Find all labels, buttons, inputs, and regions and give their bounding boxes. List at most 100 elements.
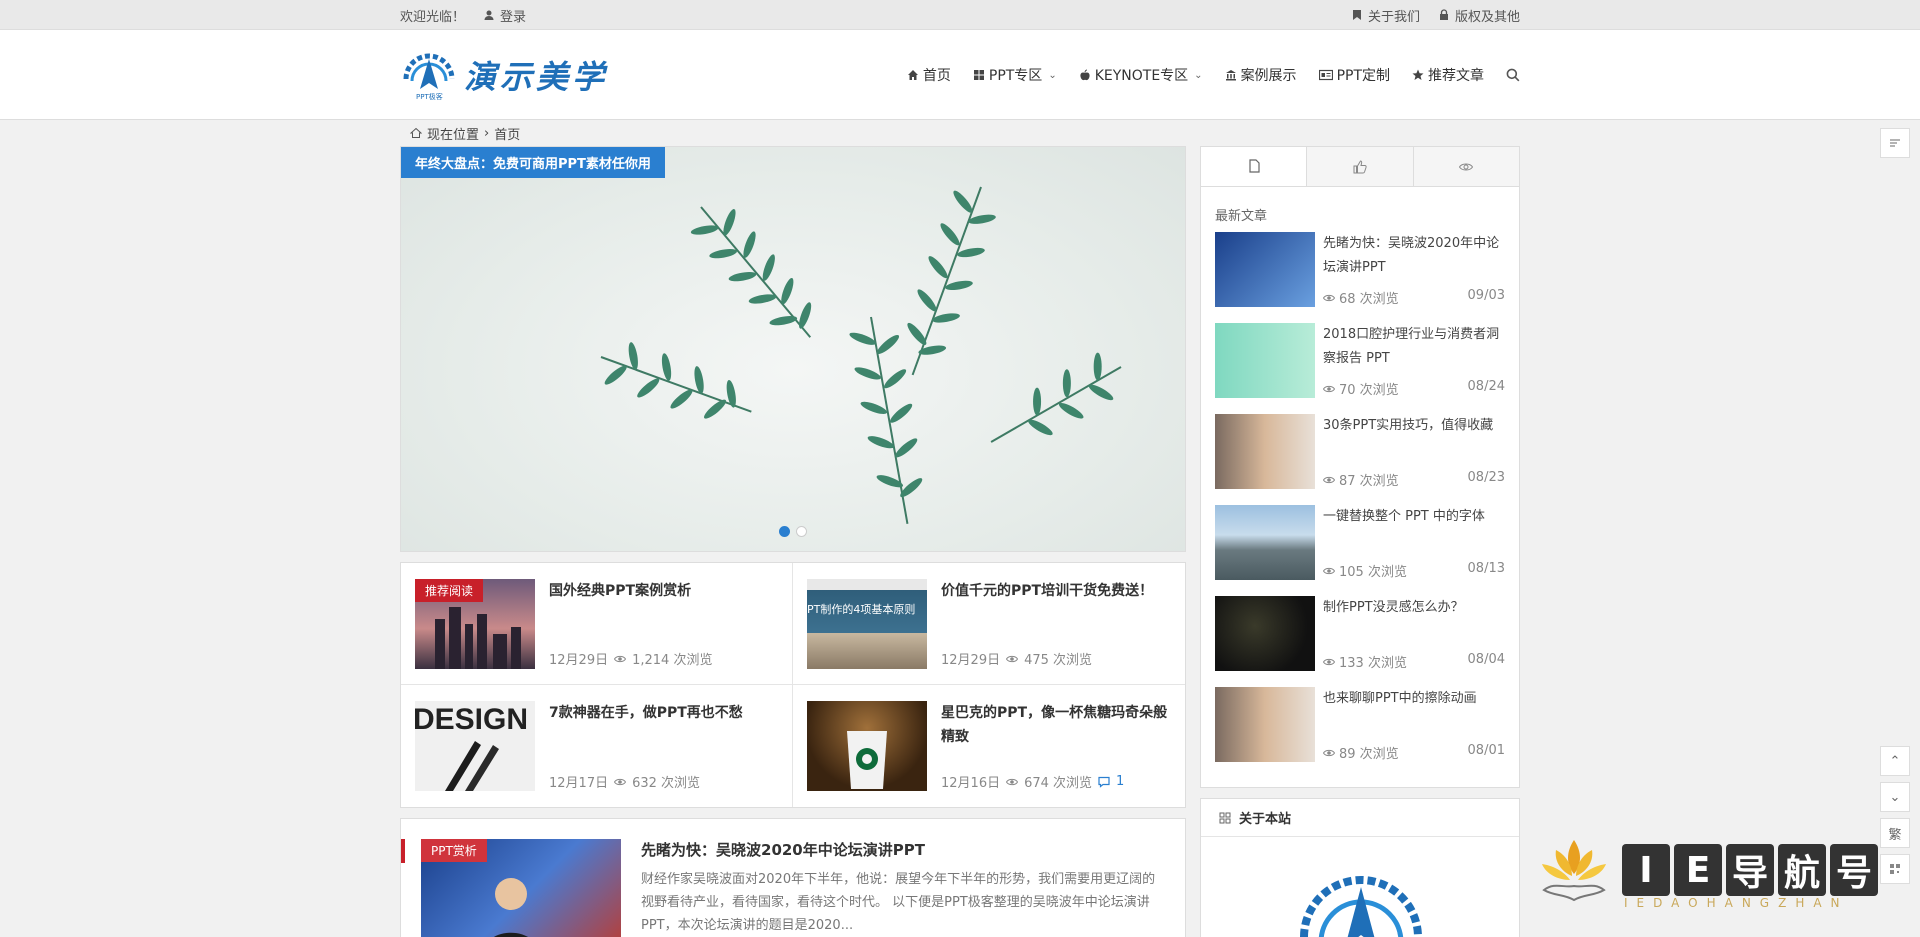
post-thumbnail[interactable]: PPT赏析 xyxy=(421,839,621,937)
post-thumbnail[interactable] xyxy=(1215,414,1315,489)
document-icon xyxy=(1249,159,1260,173)
post-thumbnail[interactable] xyxy=(807,701,927,791)
tab-most-viewed[interactable] xyxy=(1412,147,1519,186)
chevron-down-icon: ⌄ xyxy=(1889,789,1901,805)
post-thumbnail[interactable] xyxy=(1215,596,1315,671)
trad-label: 繁 xyxy=(1888,827,1902,843)
post-title[interactable]: 30条PPT实用技巧，值得收藏 xyxy=(1323,414,1505,438)
watermark-char: 航 xyxy=(1778,844,1826,896)
copyright-link[interactable]: 版权及其他 xyxy=(1438,6,1520,25)
nav-ppt[interactable]: PPT专区 ⌄ xyxy=(973,65,1057,85)
tab-popular[interactable] xyxy=(1306,147,1413,186)
slider-dot-2[interactable] xyxy=(796,526,807,537)
post-thumbnail[interactable] xyxy=(1215,505,1315,580)
site-logo[interactable]: PPT极客 演示美学 xyxy=(400,49,608,101)
post-date: 12月29日 xyxy=(941,653,1001,668)
post-views: 89 次浏览 xyxy=(1339,747,1399,762)
list-item[interactable]: 制作PPT没灵感怎么办？ 133 次浏览 08/04 xyxy=(1215,596,1505,687)
nav-custom[interactable]: PPT定制 xyxy=(1318,65,1390,85)
eye-icon xyxy=(1323,294,1335,301)
post-views: 133 次浏览 xyxy=(1339,656,1407,671)
list-item[interactable]: 先睹为快：吴晓波2020年中论坛演讲PPT 68 次浏览 09/03 xyxy=(1215,232,1505,323)
grid-icon xyxy=(1219,812,1231,823)
list-item[interactable]: 一键替换整个 PPT 中的字体 105 次浏览 08/13 xyxy=(1215,505,1505,596)
slide-title[interactable]: 年终大盘点：免费可商用PPT素材任你用 xyxy=(401,147,665,178)
toc-button[interactable] xyxy=(1880,128,1910,158)
windows-icon xyxy=(973,70,984,80)
post-grid: 推荐阅读 国外经典PPT案例赏析 12月29日 1,214 次浏览 PT制作的4… xyxy=(400,562,1186,808)
post-thumbnail[interactable]: DESIGN xyxy=(415,701,535,791)
post-title[interactable]: 星巴克的PPT，像一杯焦糖玛奇朵般精致 xyxy=(941,701,1171,749)
breadcrumb-separator: › xyxy=(484,125,490,141)
eye-icon xyxy=(1006,655,1019,662)
post-title[interactable]: 国外经典PPT案例赏析 xyxy=(549,579,778,603)
thumbs-up-icon xyxy=(1353,159,1367,173)
search-icon xyxy=(1506,68,1520,82)
top-bar: 欢迎光临！ 登录 关于我们 版权及其他 xyxy=(0,0,1920,30)
scroll-top-button[interactable]: ⌃ xyxy=(1880,746,1910,776)
post-badge[interactable]: PPT赏析 xyxy=(421,839,487,862)
post-title[interactable]: 先睹为快：吴晓波2020年中论坛演讲PPT xyxy=(641,839,1165,860)
grid-post[interactable]: 星巴克的PPT，像一杯焦糖玛奇朵般精致 12月16日 674 次浏览 1 xyxy=(793,685,1185,807)
home-icon xyxy=(907,70,918,80)
grid-post[interactable]: PT制作的4项基本原则 价值千元的PPT培训干货免费送！ 12月29日 475 … xyxy=(793,563,1185,685)
eye-icon xyxy=(1323,658,1335,665)
pencils-image xyxy=(445,741,499,791)
post-comments[interactable]: 1 xyxy=(1116,774,1124,789)
nav-cases[interactable]: 案例展示 xyxy=(1225,65,1297,85)
content-wrap: 年终大盘点：免费可商用PPT素材任你用 推荐阅读 国外经典PPT案例赏析 12月… xyxy=(400,146,1520,937)
slider-dot-1[interactable] xyxy=(779,526,790,537)
sidebar-tabs xyxy=(1201,147,1519,187)
post-thumbnail[interactable] xyxy=(1215,687,1315,762)
post-thumbnail[interactable] xyxy=(1215,232,1315,307)
post-thumbnail[interactable]: 推荐阅读 xyxy=(415,579,535,669)
grid-post[interactable]: DESIGN 7款神器在手，做PPT再也不愁 12月17日 632 次浏览 xyxy=(401,685,793,807)
nav-recommended-label: 推荐文章 xyxy=(1428,68,1484,84)
breadcrumb: 现在位置 › 首页 xyxy=(400,120,1520,146)
post-date: 12月16日 xyxy=(941,776,1001,791)
sidebar-heading: 最新文章 xyxy=(1215,209,1268,224)
qr-button[interactable] xyxy=(1880,854,1910,884)
post-title[interactable]: 一键替换整个 PPT 中的字体 xyxy=(1323,505,1505,529)
post-title[interactable]: 价值千元的PPT培训干货免费送！ xyxy=(941,579,1171,603)
tab-latest[interactable] xyxy=(1201,147,1307,186)
star-icon xyxy=(1412,69,1424,80)
post-title[interactable]: 也来聊聊PPT中的擦除动画 xyxy=(1323,687,1505,711)
grid-post[interactable]: 推荐阅读 国外经典PPT案例赏析 12月29日 1,214 次浏览 xyxy=(401,563,793,685)
search-button[interactable] xyxy=(1506,68,1520,82)
list-item[interactable]: 2018口腔护理行业与消费者洞察报告 PPT 70 次浏览 08/24 xyxy=(1215,323,1505,414)
post-title[interactable]: 先睹为快：吴晓波2020年中论坛演讲PPT xyxy=(1323,232,1505,280)
watermark-char: 号 xyxy=(1830,844,1878,896)
id-card-icon xyxy=(1318,69,1333,81)
traditional-chinese-button[interactable]: 繁 xyxy=(1880,818,1910,848)
nav-ppt-label: PPT专区 xyxy=(988,68,1043,84)
bank-icon xyxy=(1225,70,1236,81)
fern-leaves-image xyxy=(600,186,1122,524)
nav-home[interactable]: 首页 xyxy=(907,65,951,85)
post-title[interactable]: 制作PPT没灵感怎么办？ xyxy=(1323,596,1505,620)
login-link[interactable]: 登录 xyxy=(483,6,526,25)
post-title[interactable]: 7款神器在手，做PPT再也不愁 xyxy=(549,701,778,725)
post-views: 70 次浏览 xyxy=(1339,383,1399,398)
post-title[interactable]: 2018口腔护理行业与消费者洞察报告 PPT xyxy=(1323,323,1505,371)
scroll-bottom-button[interactable]: ⌄ xyxy=(1880,782,1910,812)
post-views: 632 次浏览 xyxy=(632,776,701,791)
list-item[interactable]: 也来聊聊PPT中的擦除动画 89 次浏览 08/01 xyxy=(1215,687,1505,778)
featured-post[interactable]: PPT赏析 先睹为快：吴晓波2020年中论坛演讲PPT 财经作家吴晓波面对202… xyxy=(400,818,1186,937)
hero-slider[interactable]: 年终大盘点：免费可商用PPT素材任你用 xyxy=(400,146,1186,552)
about-us-link[interactable]: 关于我们 xyxy=(1351,6,1420,25)
post-thumbnail[interactable] xyxy=(1215,323,1315,398)
post-badge[interactable]: 推荐阅读 xyxy=(415,579,484,602)
breadcrumb-home-link[interactable]: 首页 xyxy=(494,124,520,143)
nav-recommended[interactable]: 推荐文章 xyxy=(1412,65,1484,85)
nav-keynote-label: KEYNOTE专区 xyxy=(1094,68,1189,84)
watermark-text: I E 导 航 号 xyxy=(1622,844,1878,896)
eye-icon xyxy=(1323,567,1335,574)
about-title: 关于本站 xyxy=(1239,812,1292,827)
post-thumbnail[interactable]: PT制作的4项基本原则 xyxy=(807,579,927,669)
eye-icon xyxy=(1323,749,1335,756)
list-item[interactable]: 30条PPT实用技巧，值得收藏 87 次浏览 08/23 xyxy=(1215,414,1505,505)
post-views: 1,214 次浏览 xyxy=(632,653,713,668)
post-date: 12月17日 xyxy=(549,776,609,791)
nav-keynote[interactable]: KEYNOTE专区 ⌄ xyxy=(1079,65,1203,85)
